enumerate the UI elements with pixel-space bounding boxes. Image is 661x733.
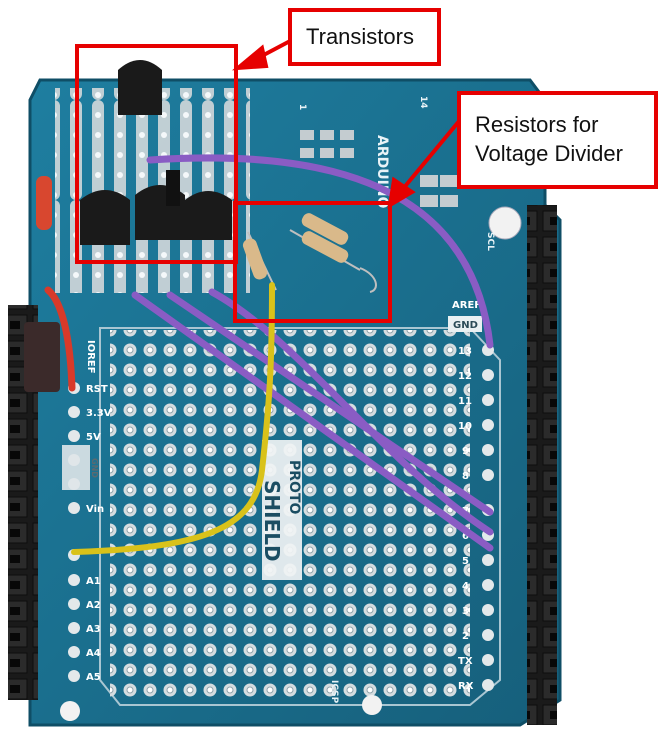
label-vin: Vin <box>86 504 104 515</box>
left-component <box>24 322 60 392</box>
label-5v: 5V <box>86 432 101 443</box>
label-a5: A5 <box>86 672 101 683</box>
label-a1: A1 <box>86 576 101 587</box>
scl-label: SCL <box>485 232 495 251</box>
label-rst: RST <box>86 384 108 395</box>
label-gnd-right: GND <box>453 320 478 331</box>
top-label-14: 14 <box>418 96 428 109</box>
label-d11: 11 <box>458 396 472 407</box>
label-a3: A3 <box>86 624 101 635</box>
label-ioref: IOREF <box>85 340 96 374</box>
label-a2: A2 <box>86 600 101 611</box>
label-d2: 2 <box>462 631 469 642</box>
label-a4: A4 <box>86 648 101 659</box>
shield-text: SHIELD <box>260 480 284 562</box>
label-tx: TX <box>458 656 473 667</box>
label-3v3: 3.3V <box>86 408 112 419</box>
label-d10: 10 <box>458 421 472 432</box>
icsp-label: ICSP <box>329 680 339 704</box>
label-d9: 9 <box>462 446 469 457</box>
mount-hole-bottom-right <box>362 695 382 715</box>
callout-transistors: Transistors <box>288 8 441 66</box>
top-label-1: 1 <box>297 104 307 110</box>
callout-transistors-text: Transistors <box>306 23 414 49</box>
label-d8: 8 <box>462 471 469 482</box>
proto-text: PROTO <box>286 460 302 514</box>
label-d12: 12 <box>458 371 472 382</box>
label-aref: AREF <box>452 300 481 311</box>
label-gnd-left: GND <box>90 458 99 478</box>
label-d5: 5 <box>462 556 469 567</box>
label-d3: 3 <box>462 606 469 617</box>
callout-resistors: Resistors for Voltage Divider <box>457 91 658 189</box>
label-rx: RX <box>458 681 474 692</box>
brand-text: ARDUINO <box>374 135 390 209</box>
mount-hole-bottom-left <box>60 701 80 721</box>
right-header <box>527 205 557 725</box>
callout-resistors-text: Resistors for Voltage Divider <box>475 112 623 166</box>
label-d13: 13 <box>458 346 472 357</box>
capacitor <box>36 176 52 230</box>
gnd-block <box>62 445 90 490</box>
label-d4: 4 <box>462 581 469 592</box>
